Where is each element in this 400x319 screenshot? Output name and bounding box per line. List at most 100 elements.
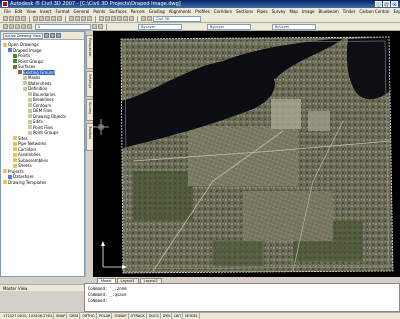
item-view-icon[interactable] (50, 33, 55, 38)
menu-item-sections[interactable]: Sections (236, 9, 253, 14)
coordinate-readout: 171427.0010, 103406.2764, 0.0000 (3, 313, 54, 319)
command-line[interactable]: Command: '_.zoom Command: _.qsave Comman… (84, 283, 400, 312)
layer-previous-icon[interactable] (98, 24, 103, 29)
status-toggle-ortho[interactable]: ORTHO (81, 313, 97, 319)
status-toggle-snap[interactable]: SNAP (55, 313, 68, 319)
lock-icon[interactable] (27, 24, 32, 29)
calculator-icon[interactable] (123, 16, 128, 21)
menu-item-parcels[interactable]: Parcels (131, 9, 145, 14)
status-toggle-otrack[interactable]: OTRACK (130, 313, 147, 319)
close-button[interactable]: × (391, 1, 398, 7)
open-icon[interactable] (9, 16, 14, 21)
surface-icon (18, 70, 22, 75)
folder-icon (3, 180, 7, 185)
lineweight-combo[interactable]: ByLayer (272, 23, 316, 30)
status-toggle-lwt[interactable]: LWT (173, 313, 184, 319)
copy-icon[interactable] (39, 16, 44, 21)
menu-item-file[interactable]: File (4, 9, 11, 14)
preview-icon[interactable] (56, 33, 61, 38)
menu-item-alignments[interactable]: Alignments (169, 9, 192, 14)
drawing-viewport[interactable] (93, 31, 400, 277)
window-title: Autodesk ® Civil 3D 2007 - [C:\Civil 3D … (10, 1, 181, 7)
menu-item-general[interactable]: General (74, 9, 90, 14)
zoom-previous-icon[interactable] (87, 16, 92, 21)
menu-item-grading[interactable]: Grading (149, 9, 165, 14)
menu-item-corridors[interactable]: Corridors (214, 9, 232, 14)
prospector-tree: Open Drawings Draped Image Points Point Gro… (1, 41, 84, 221)
menu-item-edit[interactable]: Edit (15, 9, 23, 14)
make-current-icon[interactable] (92, 24, 97, 29)
cut-icon[interactable] (33, 16, 38, 21)
undo-icon[interactable] (51, 16, 56, 21)
layer-combo[interactable]: 0 (35, 23, 91, 30)
style-icon[interactable] (147, 16, 152, 21)
status-toggle-model[interactable]: MODEL (184, 313, 200, 319)
folder-icon (13, 147, 17, 152)
command-prompt[interactable]: Command: (88, 298, 396, 304)
zoom-window-icon[interactable] (81, 16, 86, 21)
save-icon[interactable] (15, 16, 20, 21)
refresh-icon[interactable] (44, 33, 49, 38)
crosshair-cursor (93, 119, 109, 135)
menu-item-bluebeam[interactable]: Bluebeam (318, 9, 338, 14)
title-bar: Autodesk ® Civil 3D 2007 - [C:\Civil 3D … (0, 0, 400, 8)
leaf-icon (28, 130, 32, 135)
menu-item-profiles[interactable]: Profiles (195, 9, 210, 14)
status-toggle-polar[interactable]: POLAR (98, 313, 113, 319)
status-toggle-ducs[interactable]: DUCS (148, 313, 161, 319)
properties-icon[interactable] (99, 16, 104, 21)
surface-icon (13, 64, 17, 69)
redo-icon[interactable] (57, 16, 62, 21)
view-combo[interactable]: Active Drawing View (3, 32, 43, 39)
menu-item-express[interactable]: Express (393, 9, 400, 14)
status-toggle-osnap[interactable]: OSNAP (113, 313, 129, 319)
menu-item-survey[interactable]: Survey (272, 9, 286, 14)
workspace-combo[interactable]: Civil 3D (153, 15, 201, 22)
tool-palettes-icon[interactable] (111, 16, 116, 21)
bulb-icon[interactable] (15, 24, 20, 29)
tree-item-label: Drawing Templates (8, 179, 47, 185)
new-icon[interactable] (3, 16, 8, 21)
master-view-tab[interactable]: Master View (0, 284, 84, 291)
menu-item-tinder[interactable]: Tinder (343, 9, 356, 14)
layer-states-icon[interactable] (3, 24, 8, 29)
drawing-icon (8, 48, 12, 53)
menu-item-insert[interactable]: Insert (40, 9, 51, 14)
folder-icon (13, 163, 17, 168)
menu-item-pipes[interactable]: Pipes (257, 9, 268, 14)
minimize-button[interactable]: _ (375, 1, 382, 7)
tree-item-label: Point Groups (33, 130, 59, 135)
design-center-icon[interactable] (105, 16, 110, 21)
paste-icon[interactable] (45, 16, 50, 21)
linetype-combo[interactable]: ByLayer (207, 23, 251, 30)
help-icon[interactable] (129, 16, 134, 21)
sun-icon[interactable] (21, 24, 26, 29)
menu-bar: File Edit View Insert Format General Points Sur… (0, 8, 400, 15)
status-bar: 171427.0010, 103406.2764, 0.0000 SNAPGRI… (0, 312, 400, 319)
menu-item-surfaces[interactable]: Surfaces (109, 9, 126, 14)
civil3d-app-icon (2, 1, 8, 7)
menu-item-format[interactable]: Format (55, 9, 69, 14)
menu-item-image[interactable]: Image (302, 9, 315, 14)
menu-item-view[interactable]: View (26, 9, 36, 14)
layer-icon[interactable] (9, 24, 14, 29)
maximize-button[interactable]: □ (383, 1, 390, 7)
print-icon[interactable] (21, 16, 26, 21)
pan-icon[interactable] (69, 16, 74, 21)
leaf-icon (28, 114, 32, 119)
status-toggle-grid[interactable]: GRID (68, 313, 81, 319)
menu-item-map[interactable]: Map (290, 9, 298, 14)
layer-manager-icon[interactable] (141, 16, 146, 21)
prospector-panel: Active Drawing View Open Drawings Draped … (0, 31, 85, 277)
color-combo[interactable]: ByLayer (138, 23, 182, 30)
folder-icon (3, 42, 7, 47)
leaf-icon (28, 125, 32, 130)
leaf-icon (28, 108, 32, 113)
leaf-icon (28, 103, 32, 108)
menu-item-points[interactable]: Points (93, 9, 105, 14)
zoom-realtime-icon[interactable] (75, 16, 80, 21)
status-toggle-dyn[interactable]: DYN (162, 313, 173, 319)
markup-icon[interactable] (117, 16, 122, 21)
tree-item[interactable]: Drawing Templates (1, 180, 84, 186)
menu-item-carbon-control[interactable]: Carbon Control (359, 9, 389, 14)
